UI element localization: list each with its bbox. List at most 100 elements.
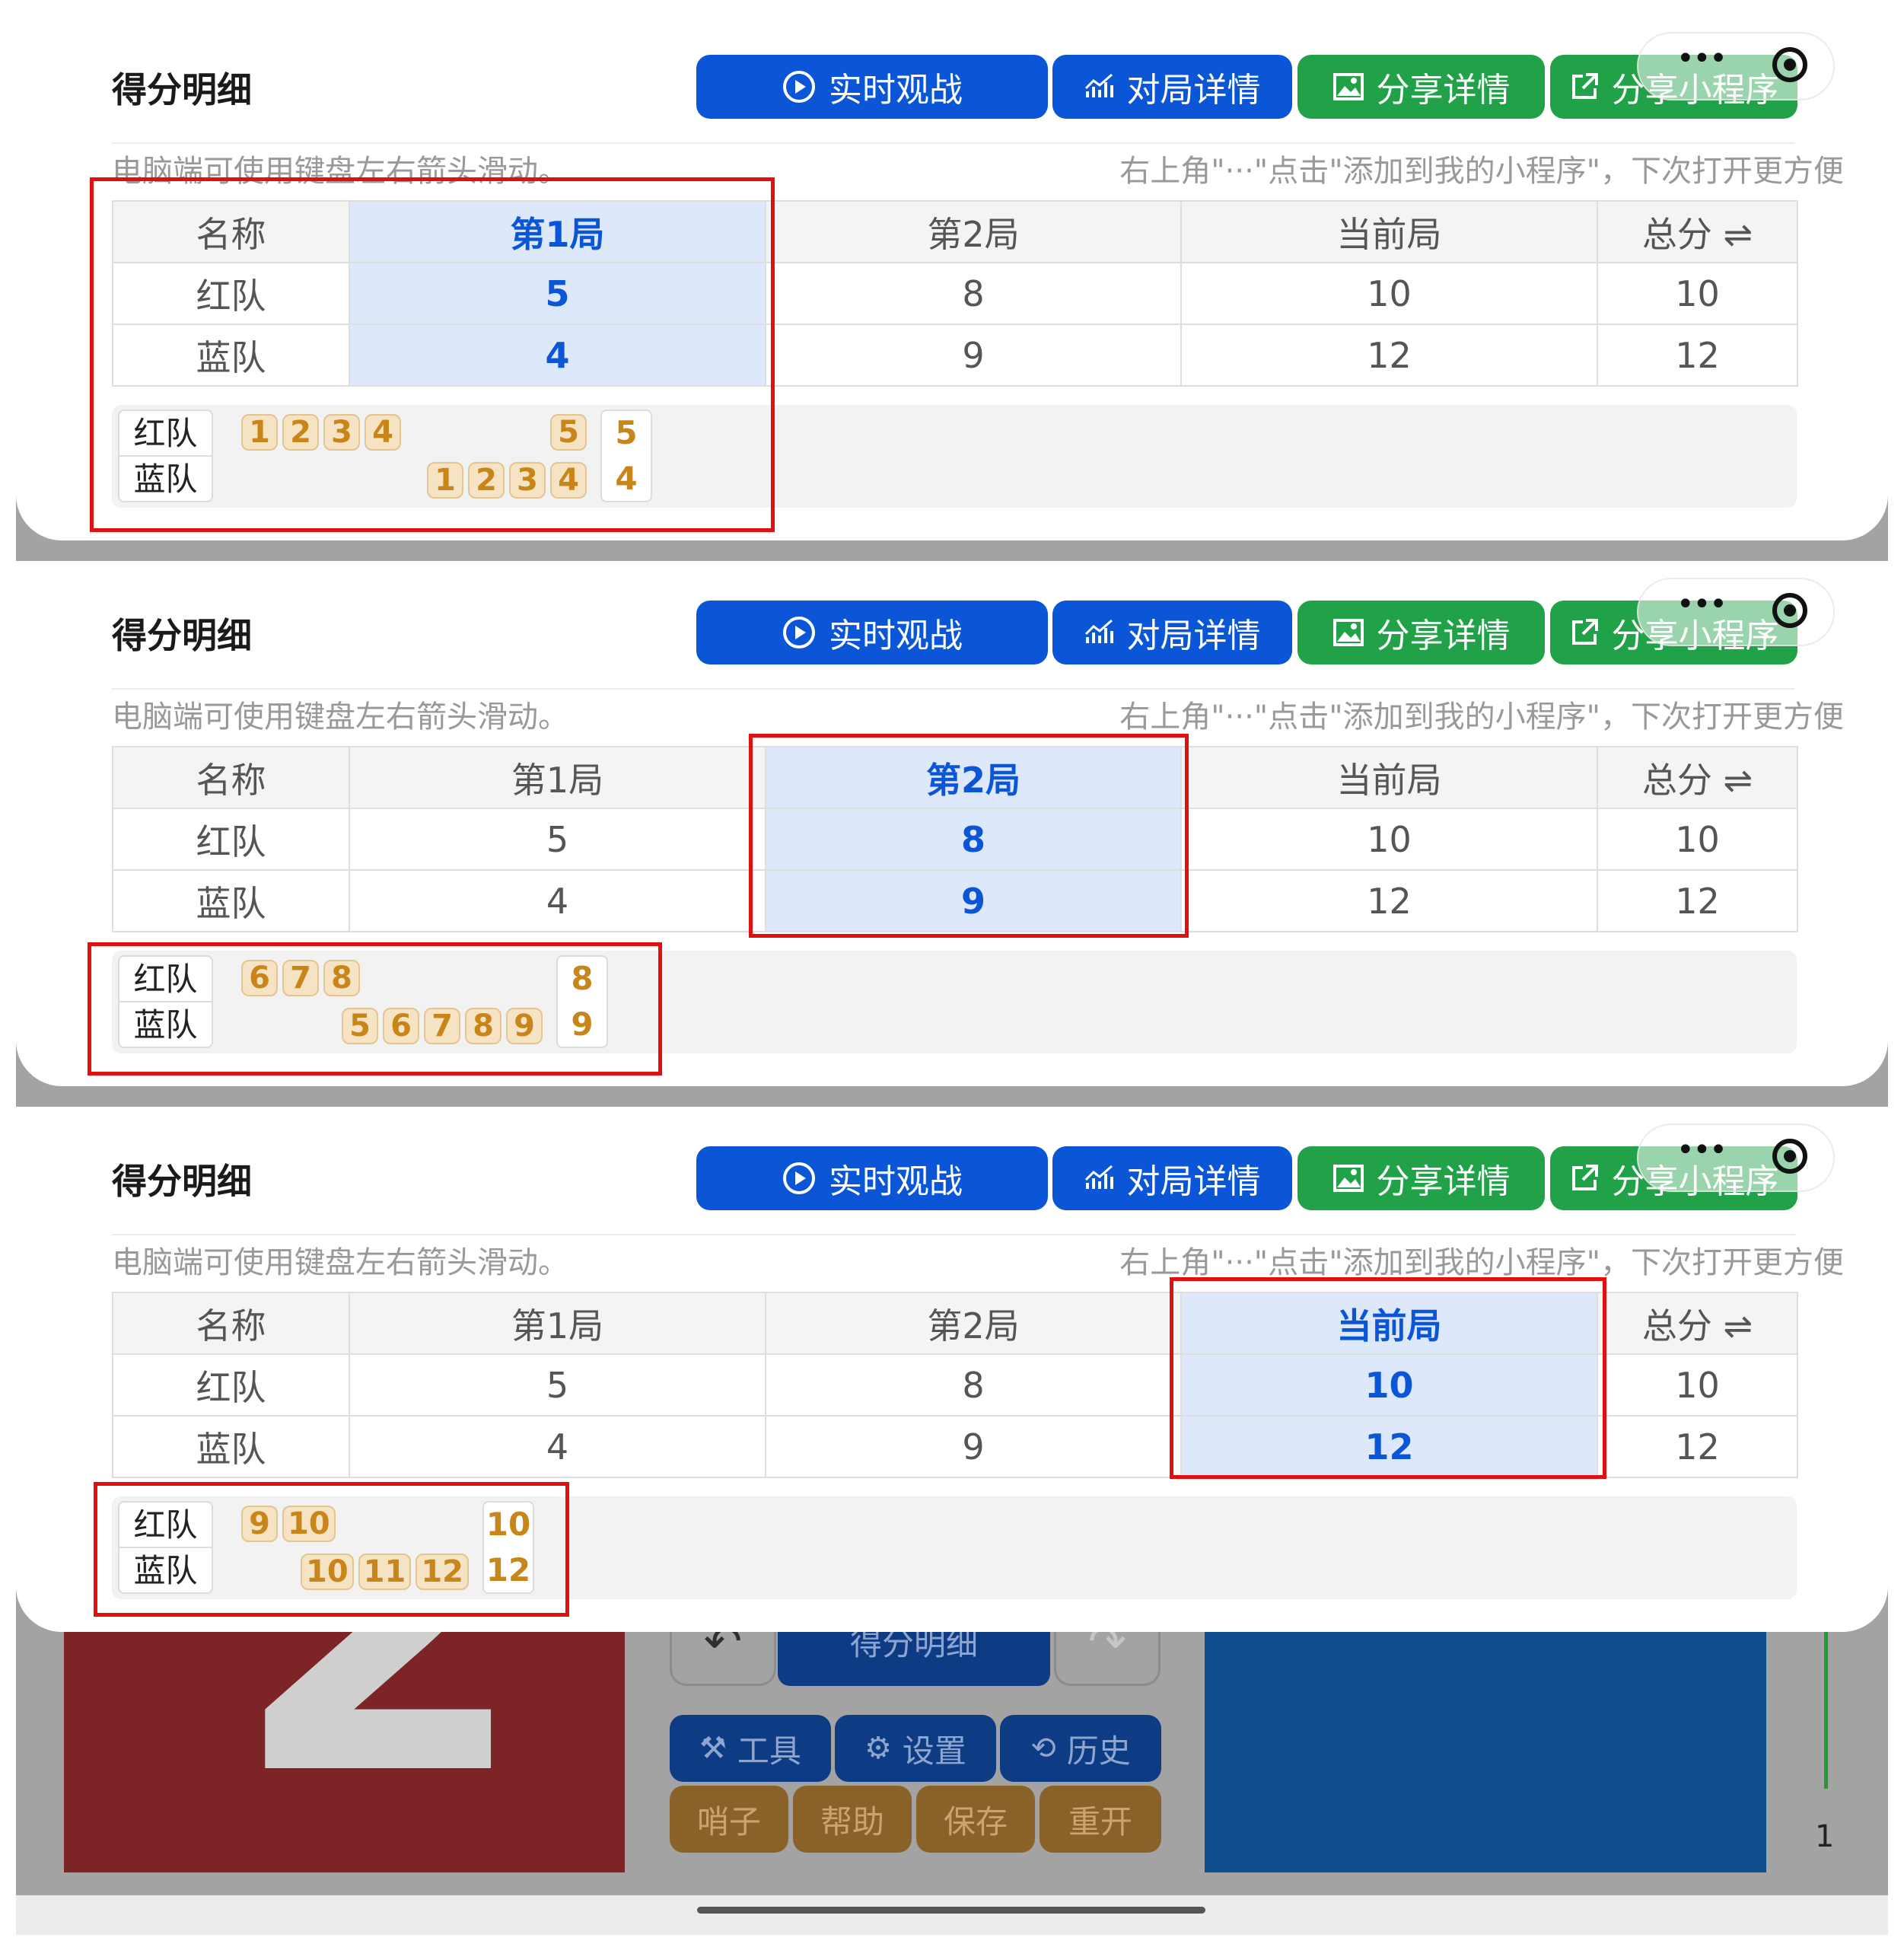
- score-cell[interactable]: 4: [349, 1415, 766, 1478]
- share-detail-label: 分享详情: [1376, 1162, 1511, 1201]
- team-name-cell: 蓝队: [112, 869, 350, 932]
- panel-title: 得分明细: [112, 69, 252, 110]
- total-cell: 12: [1597, 869, 1798, 932]
- header-current-round[interactable]: 当前局: [1180, 200, 1598, 263]
- more-dots-icon[interactable]: •••: [1676, 41, 1727, 76]
- play-icon: [782, 69, 817, 104]
- match-detail-label: 对局详情: [1126, 617, 1261, 655]
- panel-title: 得分明细: [112, 1161, 252, 1202]
- header-name: 名称: [112, 746, 350, 809]
- share-detail-button[interactable]: 分享详情: [1297, 1146, 1545, 1210]
- settings-label: 设置: [902, 1732, 966, 1770]
- close-target-icon[interactable]: [1772, 593, 1807, 628]
- match-detail-button[interactable]: 对局详情: [1052, 601, 1292, 664]
- chart-icon: [1084, 1163, 1115, 1193]
- external-link-icon: [1569, 617, 1600, 648]
- divider: [112, 142, 1795, 144]
- total-cell: 12: [1597, 323, 1798, 387]
- play-icon: [782, 1161, 817, 1196]
- whistle-button[interactable]: 哨子: [670, 1786, 788, 1853]
- close-target-icon[interactable]: [1772, 47, 1807, 82]
- live-watch-button[interactable]: 实时观战: [696, 1146, 1048, 1210]
- live-watch-label: 实时观战: [829, 71, 963, 110]
- team-name-cell: 红队: [112, 808, 350, 871]
- add-miniprogram-hint: 右上角"···"点击"添加到我的小程序"，下次打开更方便: [1119, 1245, 1844, 1280]
- play-icon: [782, 615, 817, 650]
- keyboard-hint: 电脑端可使用键盘左右箭头滑动。: [112, 700, 568, 735]
- share-detail-button[interactable]: 分享详情: [1297, 601, 1545, 664]
- image-icon: [1332, 617, 1364, 649]
- live-watch-button[interactable]: 实时观战: [696, 55, 1048, 119]
- divider: [112, 1234, 1795, 1235]
- miniprogram-capsule: •••: [1637, 32, 1835, 100]
- history-button[interactable]: ⟲ 历史: [1000, 1715, 1161, 1782]
- tools-button[interactable]: ⚒ 工具: [670, 1715, 831, 1782]
- score-cell[interactable]: 9: [765, 1415, 1182, 1478]
- settings-button[interactable]: ⚙ 设置: [835, 1715, 996, 1782]
- header-round-2[interactable]: 第2局: [765, 1292, 1182, 1355]
- home-indicator[interactable]: [697, 1907, 1205, 1914]
- history-icon: ⟲: [1030, 1731, 1056, 1766]
- header-total-toggle[interactable]: 总分 ⇌: [1597, 200, 1798, 263]
- page-number: 1: [1815, 1819, 1835, 1854]
- external-link-icon: [1569, 72, 1600, 102]
- more-dots-icon[interactable]: •••: [1676, 1133, 1727, 1168]
- add-miniprogram-hint: 右上角"···"点击"添加到我的小程序"，下次打开更方便: [1119, 700, 1844, 735]
- annotation-box: [88, 942, 662, 1076]
- help-button[interactable]: 帮助: [793, 1786, 912, 1853]
- score-cell[interactable]: 8: [765, 262, 1182, 325]
- history-label: 历史: [1066, 1732, 1131, 1770]
- share-detail-label: 分享详情: [1376, 617, 1511, 655]
- score-cell[interactable]: 4: [349, 869, 766, 932]
- image-icon: [1332, 1162, 1364, 1194]
- team-name-cell: 红队: [112, 1353, 350, 1417]
- annotation-box: [90, 177, 775, 532]
- divider: [112, 688, 1795, 690]
- live-watch-button[interactable]: 实时观战: [696, 601, 1048, 664]
- annotation-box: [749, 734, 1189, 938]
- score-cell[interactable]: 12: [1180, 323, 1598, 387]
- tools-label: 工具: [737, 1732, 801, 1770]
- team-name-cell: 蓝队: [112, 1415, 350, 1478]
- header-round-2[interactable]: 第2局: [765, 200, 1182, 263]
- score-cell[interactable]: 8: [765, 1353, 1182, 1417]
- header-round-1[interactable]: 第1局: [349, 1292, 766, 1355]
- score-cell[interactable]: 10: [1180, 808, 1598, 871]
- bottom-bar: [16, 1895, 1888, 1935]
- share-detail-button[interactable]: 分享详情: [1297, 55, 1545, 119]
- wrench-icon: ⚒: [699, 1731, 727, 1766]
- share-detail-label: 分享详情: [1376, 71, 1511, 110]
- more-dots-icon[interactable]: •••: [1676, 587, 1727, 622]
- annotation-box: [94, 1482, 569, 1617]
- match-detail-button[interactable]: 对局详情: [1052, 1146, 1292, 1210]
- total-cell: 10: [1597, 1353, 1798, 1417]
- header-round-1[interactable]: 第1局: [349, 746, 766, 809]
- close-target-icon[interactable]: [1772, 1139, 1807, 1174]
- live-watch-label: 实时观战: [829, 1162, 963, 1201]
- chart-icon: [1084, 72, 1115, 102]
- image-icon: [1332, 71, 1364, 103]
- chart-icon: [1084, 617, 1115, 648]
- miniprogram-capsule: •••: [1637, 578, 1835, 646]
- score-cell[interactable]: 5: [349, 1353, 766, 1417]
- header-total-toggle[interactable]: 总分 ⇌: [1597, 746, 1798, 809]
- total-cell: 10: [1597, 262, 1798, 325]
- header-name: 名称: [112, 1292, 350, 1355]
- restart-button[interactable]: 重开: [1040, 1786, 1161, 1853]
- header-current-round[interactable]: 当前局: [1180, 746, 1598, 809]
- match-detail-button[interactable]: 对局详情: [1052, 55, 1292, 119]
- header-total-toggle[interactable]: 总分 ⇌: [1597, 1292, 1798, 1355]
- annotation-box: [1170, 1277, 1606, 1479]
- score-cell[interactable]: 9: [765, 323, 1182, 387]
- miniprogram-capsule: •••: [1637, 1123, 1835, 1192]
- save-button[interactable]: 保存: [916, 1786, 1035, 1853]
- panel-title: 得分明细: [112, 615, 252, 656]
- total-cell: 10: [1597, 808, 1798, 871]
- add-miniprogram-hint: 右上角"···"点击"添加到我的小程序"，下次打开更方便: [1119, 154, 1844, 189]
- score-cell[interactable]: 5: [349, 808, 766, 871]
- match-detail-label: 对局详情: [1126, 71, 1261, 110]
- keyboard-hint: 电脑端可使用键盘左右箭头滑动。: [112, 1245, 568, 1280]
- live-watch-label: 实时观战: [829, 617, 963, 655]
- score-cell[interactable]: 10: [1180, 262, 1598, 325]
- score-cell[interactable]: 12: [1180, 869, 1598, 932]
